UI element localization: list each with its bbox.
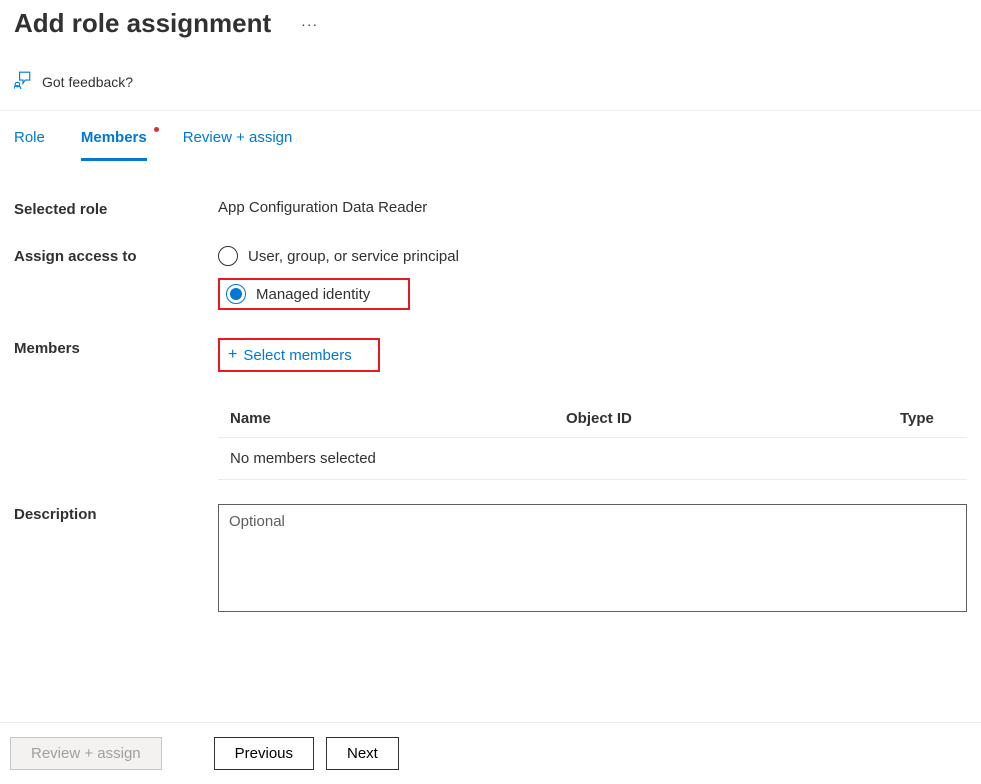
tab-members-label: Members bbox=[81, 129, 147, 146]
select-members-label: Select members bbox=[243, 347, 351, 364]
previous-button[interactable]: Previous bbox=[214, 737, 314, 770]
label-selected-role: Selected role bbox=[14, 199, 218, 218]
page-title: Add role assignment bbox=[14, 8, 271, 39]
label-description: Description bbox=[14, 504, 218, 523]
tabs: Role Members Review + assign bbox=[0, 111, 981, 161]
tab-review[interactable]: Review + assign bbox=[183, 111, 293, 161]
table-row-empty: No members selected bbox=[218, 438, 967, 480]
description-textarea[interactable] bbox=[218, 504, 967, 612]
plus-icon: + bbox=[228, 346, 237, 364]
nav-button-group: Previous Next bbox=[214, 737, 399, 770]
feedback-icon bbox=[14, 71, 32, 92]
feedback-label: Got feedback? bbox=[42, 74, 133, 90]
row-assign-access: Assign access to User, group, or service… bbox=[14, 246, 967, 310]
label-members: Members bbox=[14, 338, 218, 357]
radio-managed-identity[interactable]: Managed identity bbox=[226, 284, 370, 304]
row-description: Description bbox=[14, 504, 967, 616]
members-value: + Select members bbox=[218, 338, 967, 372]
feedback-bar[interactable]: Got feedback? bbox=[0, 59, 981, 111]
page-header: Add role assignment ··· bbox=[0, 0, 981, 59]
radio-circle-selected-icon bbox=[226, 284, 246, 304]
form-content: Selected role App Configuration Data Rea… bbox=[0, 161, 981, 616]
col-header-objectid: Object ID bbox=[566, 410, 900, 427]
highlight-select-members: + Select members bbox=[218, 338, 380, 372]
members-table: Name Object ID Type No members selected bbox=[218, 400, 967, 480]
radio-label-user-group: User, group, or service principal bbox=[248, 248, 459, 265]
empty-members-text: No members selected bbox=[230, 450, 376, 467]
col-header-type: Type bbox=[900, 410, 955, 427]
highlight-managed-identity: Managed identity bbox=[218, 278, 410, 310]
ellipsis-icon[interactable]: ··· bbox=[301, 16, 318, 32]
radio-label-managed-identity: Managed identity bbox=[256, 286, 370, 303]
next-button[interactable]: Next bbox=[326, 737, 399, 770]
tab-role[interactable]: Role bbox=[14, 111, 45, 161]
row-selected-role: Selected role App Configuration Data Rea… bbox=[14, 199, 967, 218]
tab-members[interactable]: Members bbox=[81, 111, 147, 161]
radio-circle-icon bbox=[218, 246, 238, 266]
review-assign-button: Review + assign bbox=[10, 737, 162, 770]
footer: Review + assign Previous Next bbox=[0, 722, 981, 784]
row-members: Members + Select members bbox=[14, 338, 967, 372]
select-members-link[interactable]: + Select members bbox=[228, 346, 352, 364]
value-selected-role: App Configuration Data Reader bbox=[218, 199, 967, 216]
label-assign-access: Assign access to bbox=[14, 246, 218, 265]
tab-indicator-dot bbox=[154, 127, 159, 132]
description-value bbox=[218, 504, 967, 616]
radio-group-assign-access: User, group, or service principal Manage… bbox=[218, 246, 967, 310]
col-header-name: Name bbox=[230, 410, 566, 427]
table-header: Name Object ID Type bbox=[218, 400, 967, 438]
radio-user-group[interactable]: User, group, or service principal bbox=[218, 246, 967, 266]
